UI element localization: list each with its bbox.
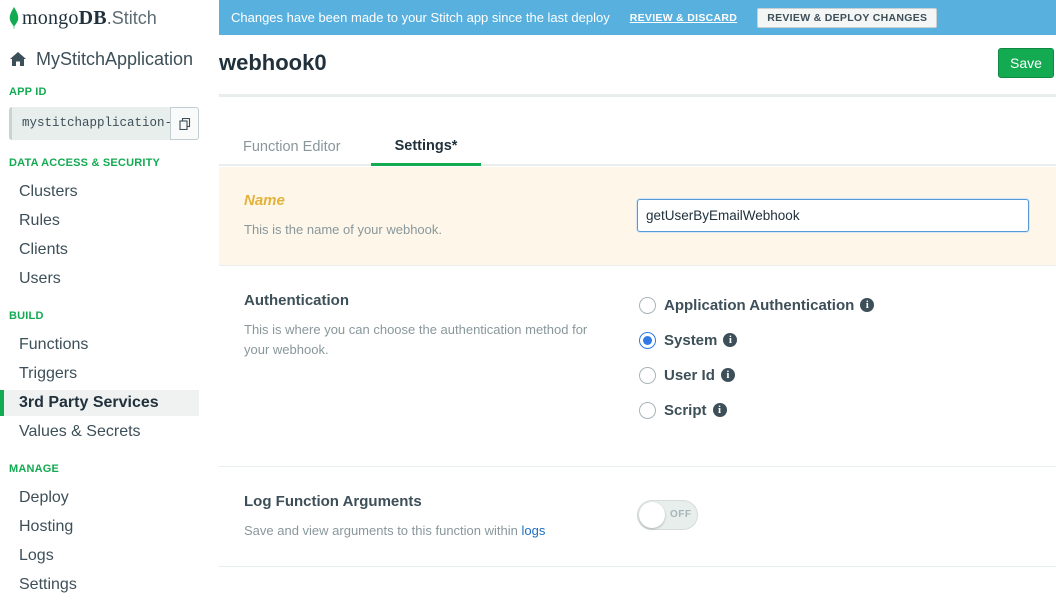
mongodb-stitch-logo[interactable]: mongoDB .Stitch xyxy=(9,5,157,31)
radio-option-user-id[interactable]: User Id i xyxy=(639,364,735,386)
deploy-banner: Changes have been made to your Stitch ap… xyxy=(219,0,1056,35)
log-arguments-section: Log Function Arguments Save and view arg… xyxy=(219,467,1056,567)
radio-option-system[interactable]: System i xyxy=(639,329,738,351)
app-name-link[interactable]: MyStitchApplication xyxy=(9,47,193,71)
section-label-manage: MANAGE xyxy=(9,463,60,475)
tab-bar: Function Editor Settings* xyxy=(219,128,1056,166)
sidebar-item-logs[interactable]: Logs xyxy=(0,543,199,569)
sidebar: mongoDB .Stitch MyStitchApplication APP I… xyxy=(0,0,219,601)
sidebar-item-functions[interactable]: Functions xyxy=(0,332,199,358)
logo-product: .Stitch xyxy=(106,7,157,28)
name-description: This is the name of your webhook. xyxy=(244,222,442,237)
save-button[interactable]: Save xyxy=(998,48,1054,78)
sidebar-item-3rd-party-services[interactable]: 3rd Party Services xyxy=(0,390,199,416)
app-id-label: APP ID xyxy=(9,86,47,98)
sidebar-item-rules[interactable]: Rules xyxy=(0,208,199,234)
sidebar-item-hosting[interactable]: Hosting xyxy=(0,514,199,540)
logo-brand-bold: mongo xyxy=(22,6,79,29)
toggle-state-label: OFF xyxy=(670,509,692,520)
authentication-section: Authentication This is where you can cho… xyxy=(219,266,1056,467)
radio-button[interactable] xyxy=(639,296,656,314)
log-arguments-title: Log Function Arguments xyxy=(244,493,422,510)
log-arguments-description-text: Save and view arguments to this function… xyxy=(244,523,522,538)
radio-label: Script xyxy=(664,401,707,419)
sidebar-item-triggers[interactable]: Triggers xyxy=(0,361,199,387)
app-id-field[interactable]: mystitchapplication-1 xyxy=(9,107,170,140)
sidebar-item-settings[interactable]: Settings xyxy=(0,572,199,598)
sidebar-item-clusters[interactable]: Clusters xyxy=(0,179,199,205)
webhook-name-input[interactable] xyxy=(637,199,1029,232)
radio-label: User Id xyxy=(664,366,715,384)
home-icon xyxy=(10,52,26,66)
app-id-value: mystitchapplication-1 xyxy=(22,116,170,130)
name-title: Name xyxy=(244,192,285,209)
tab-settings[interactable]: Settings* xyxy=(371,128,481,166)
sidebar-item-users[interactable]: Users xyxy=(0,266,199,292)
leaf-icon xyxy=(9,7,19,29)
review-deploy-button[interactable]: REVIEW & DEPLOY CHANGES xyxy=(757,7,938,28)
info-icon[interactable]: i xyxy=(712,403,727,417)
info-icon[interactable]: i xyxy=(720,368,735,382)
sidebar-item-clients[interactable]: Clients xyxy=(0,237,199,263)
section-label-data-access: DATA ACCESS & SECURITY xyxy=(9,157,161,169)
info-icon[interactable]: i xyxy=(860,298,875,312)
radio-label: System xyxy=(664,331,718,349)
app-name: MyStitchApplication xyxy=(36,48,194,69)
review-discard-link[interactable]: REVIEW & DISCARD xyxy=(630,12,737,24)
radio-button-selected[interactable] xyxy=(639,331,656,349)
logo-brand-db: DB xyxy=(78,6,107,29)
radio-option-script[interactable]: Script i xyxy=(639,399,727,421)
radio-label: Application Authentication xyxy=(664,296,855,314)
banner-message: Changes have been made to your Stitch ap… xyxy=(231,10,610,25)
tab-function-editor[interactable]: Function Editor xyxy=(243,128,341,166)
logs-link[interactable]: logs xyxy=(521,523,545,538)
authentication-description: This is where you can choose the authent… xyxy=(244,322,588,357)
header-divider xyxy=(219,94,1056,97)
radio-option-application-authentication[interactable]: Application Authentication i xyxy=(639,294,875,316)
sidebar-item-deploy[interactable]: Deploy xyxy=(0,485,199,511)
name-section: Name This is the name of your webhook. xyxy=(219,167,1056,266)
info-icon[interactable]: i xyxy=(723,333,738,347)
toggle-knob xyxy=(639,502,665,528)
radio-button[interactable] xyxy=(639,366,656,384)
copy-app-id-button[interactable] xyxy=(170,107,199,140)
page-title: webhook0 xyxy=(219,50,327,75)
authentication-title: Authentication xyxy=(244,292,349,309)
sidebar-item-values-secrets[interactable]: Values & Secrets xyxy=(0,419,199,445)
section-label-build: BUILD xyxy=(9,310,44,322)
log-arguments-description: Save and view arguments to this function… xyxy=(244,521,609,541)
copy-icon xyxy=(178,117,190,130)
radio-button[interactable] xyxy=(639,401,656,419)
log-arguments-toggle[interactable]: OFF xyxy=(637,500,698,530)
